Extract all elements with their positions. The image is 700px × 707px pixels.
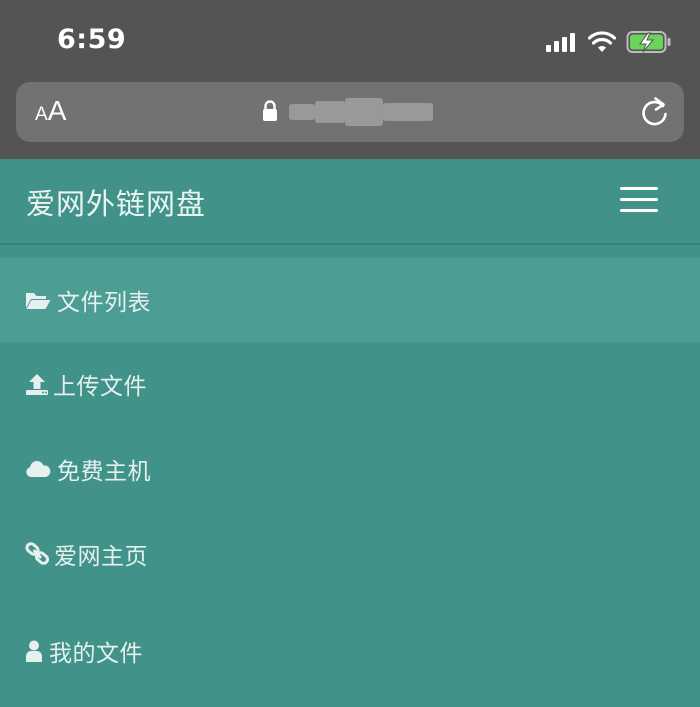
nav-item-upload[interactable]: 上传文件 [0,342,700,426]
folder-open-icon [26,293,51,309]
reload-icon[interactable] [640,96,670,128]
nav-item-home[interactable]: 爱网主页 [0,512,700,596]
wifi-icon [588,31,616,52]
nav-item-file-list[interactable]: 文件列表 [0,258,700,342]
upload-icon [26,374,48,395]
lock-icon [263,100,277,121]
nav-item-free-host[interactable]: 免费主机 [0,427,700,511]
app-navbar: 爱网外链网盘 [0,159,700,243]
hamburger-menu-button[interactable] [620,187,658,213]
status-bar: 6:59 [0,0,700,82]
nav-item-my-files[interactable]: 我的文件 [0,609,700,693]
cellular-signal-icon [546,33,575,52]
battery-charging-icon [626,31,671,53]
status-icons [546,29,672,55]
nav-item-label: 上传文件 [53,374,147,400]
brand-title[interactable]: 爱网外链网盘 [26,181,206,223]
status-time: 6:59 [57,24,127,55]
link-icon [25,542,50,565]
nav-item-label: 我的文件 [49,641,143,667]
user-icon [26,640,42,662]
cloud-icon [26,460,51,477]
nav-item-label: 免费主机 [57,459,151,485]
nav-item-label: 爱网主页 [54,544,148,570]
address-bar[interactable]: AA [16,82,684,142]
browser-toolbar: AA [0,82,700,159]
text-size-button[interactable]: AA [35,95,66,131]
url-text-blurred[interactable] [289,98,433,126]
nav-item-label: 文件列表 [57,290,151,316]
navbar-divider [0,243,700,245]
